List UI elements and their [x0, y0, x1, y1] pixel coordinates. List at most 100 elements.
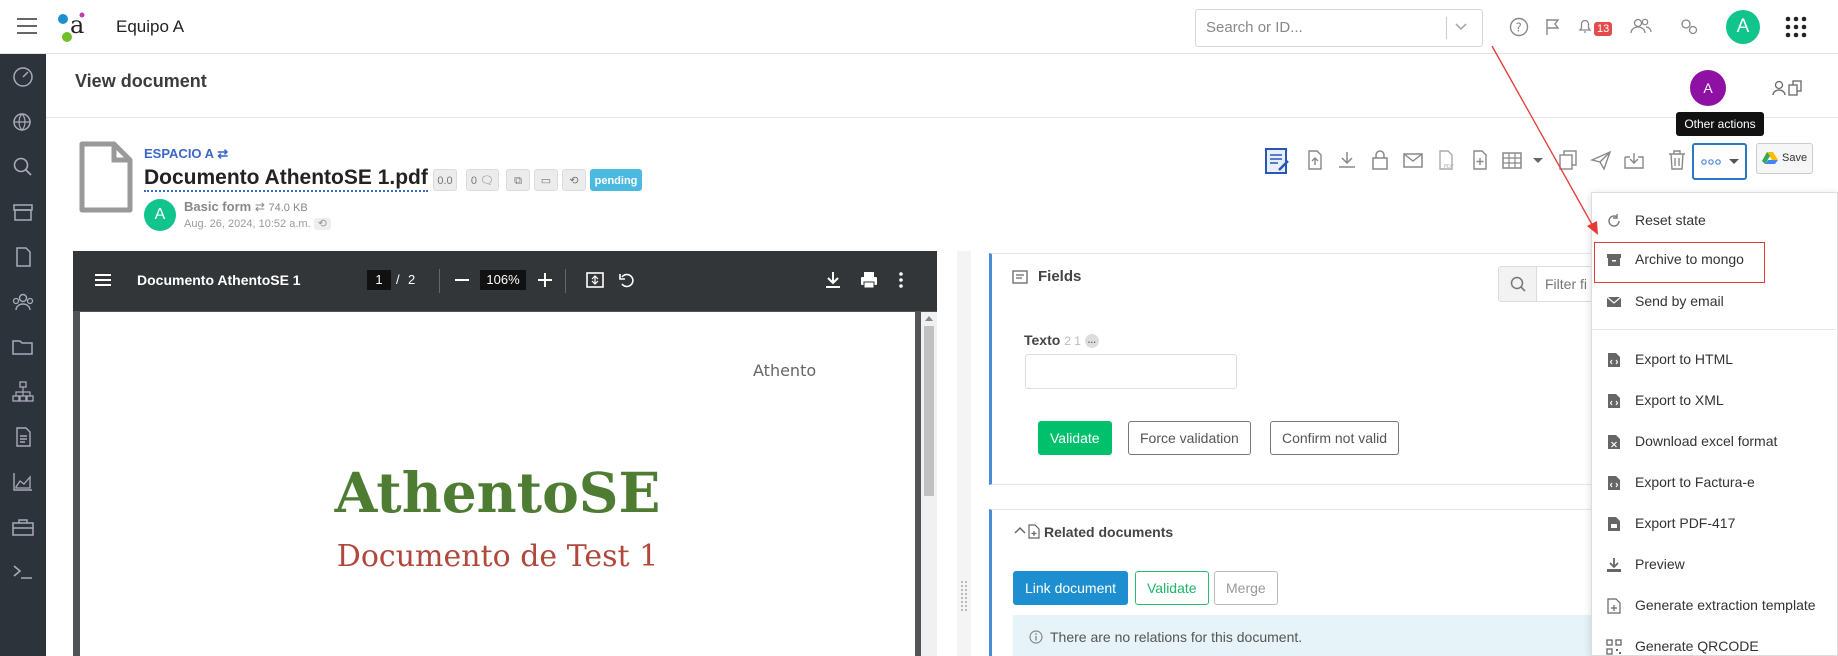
form-edit-icon: [1012, 269, 1030, 285]
confirm-not-valid-button[interactable]: Confirm not valid: [1270, 421, 1400, 455]
workflow-chip[interactable]: ⟲: [562, 169, 586, 191]
help-icon[interactable]: ?: [1509, 17, 1529, 37]
file-code-icon: [1606, 393, 1622, 409]
zoom-out-icon[interactable]: [455, 273, 469, 287]
flag-icon[interactable]: [1545, 18, 1561, 36]
file-size: 74.0 KB: [268, 202, 308, 214]
link-document-button[interactable]: Link document: [1013, 571, 1129, 605]
menu-item-download-excel[interactable]: Download excel format: [1592, 424, 1838, 460]
pdf-page-input[interactable]: 1: [367, 270, 391, 290]
scroll-up-icon[interactable]: [924, 314, 934, 322]
related-documents-panel: Related documents Link document Validate…: [989, 509, 1599, 656]
menu-item-label: Export to HTML: [1635, 351, 1734, 367]
tag-chip[interactable]: ⧉: [506, 169, 530, 191]
workspace-name[interactable]: Equipo A: [116, 17, 184, 37]
drag-handle[interactable]: [961, 581, 967, 611]
lock-icon[interactable]: [1368, 148, 1392, 172]
search-box[interactable]: [1195, 9, 1483, 47]
pdf-zoom-value[interactable]: 106%: [480, 270, 526, 290]
folder-chip[interactable]: ▭: [534, 169, 558, 191]
more-vertical-icon[interactable]: [898, 272, 904, 288]
related-validate-button[interactable]: Validate: [1135, 571, 1209, 605]
pdf-menu-icon[interactable]: [95, 273, 111, 287]
history-icon[interactable]: ⟲: [313, 218, 331, 230]
version-chip[interactable]: 0.0: [433, 169, 457, 191]
chevron-down-icon[interactable]: [1454, 22, 1468, 32]
search-input[interactable]: [1206, 19, 1436, 36]
swap-icon[interactable]: ⇄: [255, 200, 265, 214]
archive-icon[interactable]: [10, 199, 36, 225]
fit-page-icon[interactable]: [586, 272, 604, 288]
mail-icon[interactable]: [1401, 148, 1425, 172]
save-to-drive-button[interactable]: Save: [1756, 143, 1813, 174]
edit-form-icon[interactable]: [1263, 146, 1289, 174]
texto-field-input[interactable]: [1025, 354, 1237, 389]
more-dots-icon: [1701, 158, 1721, 166]
annotation-arrow: [1491, 45, 1598, 235]
menu-item-export-xml[interactable]: Export to XML: [1592, 383, 1838, 419]
folder-icon: ▭: [540, 175, 552, 187]
force-validation-button[interactable]: Force validation: [1128, 421, 1251, 455]
space-link[interactable]: ESPACIO A ⇄: [144, 146, 228, 162]
menu-item-label: Send by email: [1635, 293, 1724, 309]
author-avatar[interactable]: A: [144, 199, 176, 231]
form-name[interactable]: Basic form: [184, 199, 251, 214]
download-icon[interactable]: [1335, 148, 1359, 172]
settings-toggle-icon[interactable]: [1680, 18, 1700, 36]
terminal-icon[interactable]: [10, 559, 36, 585]
menu-item-generate-extraction-template[interactable]: Generate extraction template: [1592, 588, 1838, 624]
document-code-icon[interactable]: [10, 244, 36, 270]
pdf-big-title: AthentoSE: [334, 460, 661, 525]
hamburger-menu-icon[interactable]: [17, 17, 37, 35]
status-badge[interactable]: pending: [590, 169, 642, 191]
pdf-download-icon[interactable]: [825, 271, 841, 289]
document-title[interactable]: Documento AthentoSE 1.pdf: [144, 166, 428, 192]
user-avatar[interactable]: A: [1726, 10, 1760, 44]
svg-text:PDF: PDF: [1444, 164, 1454, 170]
pdf-title: Documento AthentoSE 1: [137, 272, 301, 288]
pdf-scrollbar[interactable]: [921, 312, 937, 656]
chevron-up-icon[interactable]: [1014, 525, 1026, 535]
form-meta: Basic form ⇄ 74.0 KB: [184, 199, 308, 214]
upload-file-icon[interactable]: [1303, 148, 1327, 172]
panel-splitter[interactable]: [957, 251, 971, 656]
toolbox-icon[interactable]: [10, 514, 36, 540]
dashboard-icon[interactable]: [10, 64, 36, 90]
menu-item-export-factura-e[interactable]: Export to Factura-e: [1592, 465, 1838, 501]
apps-grid-icon[interactable]: [1785, 16, 1807, 38]
folder-icon[interactable]: [10, 334, 36, 360]
menu-item-label: Generate extraction template: [1635, 597, 1816, 613]
print-icon[interactable]: [860, 271, 878, 289]
validate-button[interactable]: Validate: [1038, 421, 1112, 455]
zoom-in-icon[interactable]: [538, 273, 552, 287]
pdf-scroll-thumb[interactable]: [924, 326, 934, 496]
area-chart-icon[interactable]: [10, 469, 36, 495]
user-share-icon[interactable]: [1772, 79, 1806, 97]
trash-icon[interactable]: [1665, 148, 1689, 172]
other-actions-button[interactable]: [1692, 143, 1747, 180]
highlight-box: [1594, 242, 1765, 283]
swap-icon[interactable]: ⇄: [217, 146, 228, 161]
sitemap-icon[interactable]: [10, 379, 36, 405]
menu-item-preview[interactable]: Preview: [1592, 547, 1838, 583]
owner-avatar[interactable]: A: [1690, 70, 1726, 106]
pdf-file-icon[interactable]: PDF: [1434, 148, 1458, 172]
merge-button[interactable]: Merge: [1214, 571, 1278, 605]
search-icon[interactable]: [10, 154, 36, 180]
field-options-icon[interactable]: …: [1084, 334, 1099, 349]
bell-icon[interactable]: [1578, 18, 1592, 34]
menu-item-send-by-email[interactable]: Send by email: [1592, 284, 1838, 320]
globe-icon[interactable]: [10, 109, 36, 135]
menu-item-export-pdf-417[interactable]: Export PDF-417: [1592, 506, 1838, 542]
comments-chip[interactable]: 0 🗨: [466, 169, 499, 191]
menu-item-export-html[interactable]: Export to HTML: [1592, 342, 1838, 378]
rotate-icon[interactable]: [618, 271, 636, 289]
notifications-badge[interactable]: 13: [1594, 19, 1613, 36]
users-icon[interactable]: [1630, 17, 1652, 35]
app-logo[interactable]: a: [56, 9, 92, 45]
menu-item-generate-qrcode[interactable]: Generate QRCODE: [1592, 629, 1838, 656]
repeat-icon: ⟲: [569, 175, 579, 187]
pdf-divider: [565, 269, 566, 293]
file-text-icon[interactable]: [10, 424, 36, 450]
team-icon[interactable]: [10, 289, 36, 315]
